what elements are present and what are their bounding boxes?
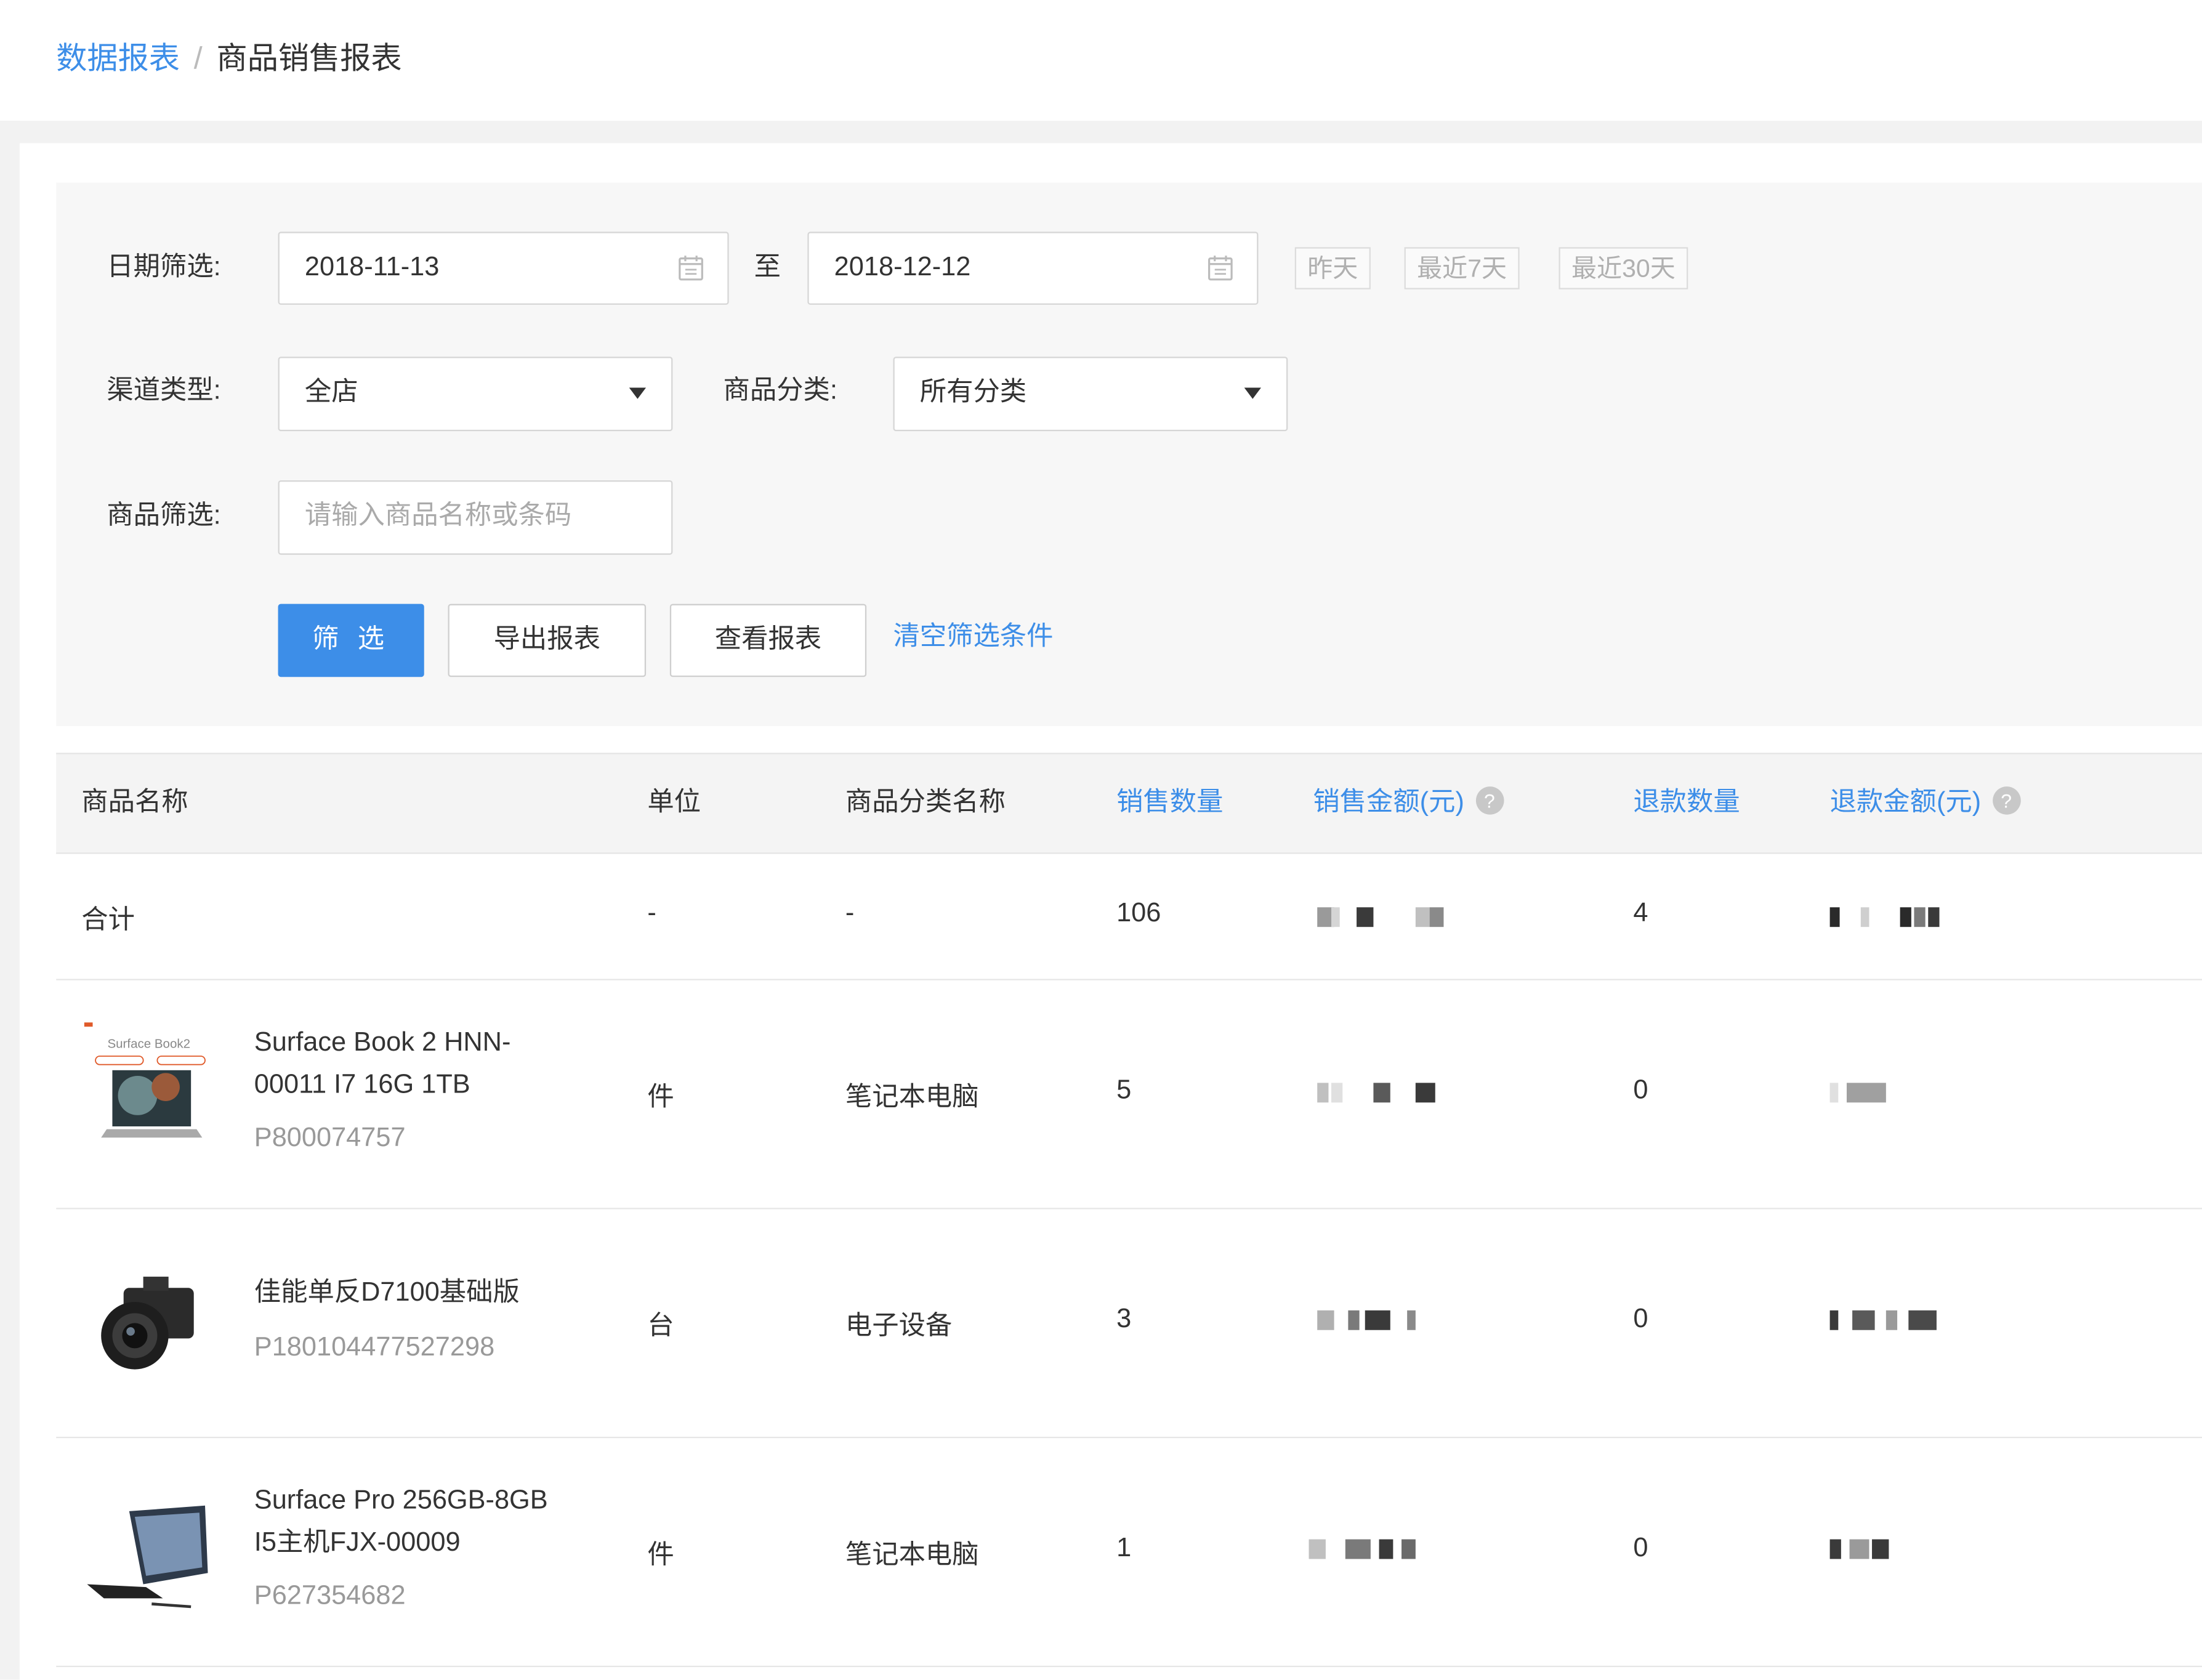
table-row[interactable]: Surface Pro 256GB-8GB I5主机FJX-00009 P627… xyxy=(56,1438,2202,1668)
total-sales-qty: 106 xyxy=(1116,899,1161,929)
svg-text:Surface Book2: Surface Book2 xyxy=(107,1036,190,1051)
product-filter-label: 商品筛选: xyxy=(107,501,221,531)
camera-icon xyxy=(81,1257,217,1392)
quick-range-30days[interactable]: 最近30天 xyxy=(1559,247,1688,289)
product-refund-qty: 0 xyxy=(1633,1304,1648,1335)
product-refund-qty: 0 xyxy=(1633,1533,1648,1564)
breadcrumb-parent-link[interactable]: 数据报表 xyxy=(56,41,180,76)
tablet-icon xyxy=(81,1485,217,1621)
product-name[interactable]: 佳能单反D7100基础版 xyxy=(254,1272,520,1314)
product-category: 笔记本电脑 xyxy=(845,1083,979,1113)
product-code: P800074757 xyxy=(254,1123,406,1153)
product-name[interactable]: Surface Book 2 HNN- 00011 I7 16G 1TB xyxy=(254,1022,511,1107)
channel-type-label: 渠道类型: xyxy=(107,376,221,406)
export-report-button[interactable]: 导出报表 xyxy=(448,604,647,677)
date-range-separator: 至 xyxy=(754,252,781,283)
clear-filters-link[interactable]: 清空筛选条件 xyxy=(893,618,1053,657)
redacted-refund-amount xyxy=(1829,1083,1893,1103)
top-bar: 数据报表 / 商品销售报表 xyxy=(0,0,2202,121)
help-icon[interactable]: ? xyxy=(1475,786,1504,815)
divider xyxy=(0,121,2202,143)
product-unit: 件 xyxy=(647,1540,674,1570)
calendar-icon[interactable] xyxy=(1206,254,1235,283)
column-header-category: 商品分类名称 xyxy=(845,788,1006,818)
total-refund-qty: 4 xyxy=(1633,899,1648,929)
column-header-unit: 单位 xyxy=(647,788,701,818)
date-end-input[interactable]: 2018-12-12 xyxy=(807,232,1259,305)
laptop-icon: Surface Book2 xyxy=(81,1017,217,1152)
channel-type-select[interactable]: 全店 xyxy=(278,357,673,432)
date-filter-label: 日期筛选: xyxy=(107,252,221,283)
column-header-sales-amount[interactable]: 销售金额(元)? xyxy=(1313,754,1504,853)
quick-range-7days[interactable]: 最近7天 xyxy=(1404,247,1520,289)
redacted-sales-amount xyxy=(1317,1083,1443,1103)
category-label: 商品分类: xyxy=(723,376,837,406)
redacted-refund-amount xyxy=(1829,907,1942,927)
calendar-icon[interactable] xyxy=(677,254,705,283)
table-row-total: 合计 - - 106 4 xyxy=(56,854,2202,980)
product-sales-qty: 1 xyxy=(1116,1533,1132,1564)
category-select[interactable]: 所有分类 xyxy=(893,357,1288,432)
redacted-refund-amount xyxy=(1829,1310,1942,1330)
help-icon[interactable]: ? xyxy=(1992,786,2020,815)
table-row[interactable]: 佳能单反D7100基础版 P180104477527298 台 电子设备 3 0 xyxy=(56,1209,2202,1439)
table-header: 商品名称 单位 商品分类名称 销售数量 销售金额(元)? 退款数量 退款金额(元… xyxy=(56,753,2202,854)
redacted-sales-amount xyxy=(1317,1310,1418,1330)
total-unit: - xyxy=(647,899,656,929)
column-header-name: 商品名称 xyxy=(81,788,188,818)
redacted-refund-amount xyxy=(1829,1539,1893,1559)
left-gutter xyxy=(0,121,20,1680)
product-category: 笔记本电脑 xyxy=(845,1540,979,1570)
column-header-refund-qty[interactable]: 退款数量 xyxy=(1633,754,1740,853)
column-header-sales-qty[interactable]: 销售数量 xyxy=(1116,754,1223,853)
quick-range-yesterday[interactable]: 昨天 xyxy=(1294,247,1371,289)
product-refund-qty: 0 xyxy=(1633,1075,1648,1105)
product-name[interactable]: Surface Pro 256GB-8GB I5主机FJX-00009 xyxy=(254,1480,548,1565)
view-report-button[interactable]: 查看报表 xyxy=(669,604,867,677)
breadcrumb-separator: / xyxy=(193,41,203,76)
product-sales-qty: 3 xyxy=(1116,1304,1132,1335)
total-label: 合计 xyxy=(81,905,135,935)
filter-button[interactable]: 筛 选 xyxy=(278,604,424,677)
chevron-down-icon xyxy=(629,387,647,399)
product-unit: 件 xyxy=(647,1083,674,1113)
product-unit: 台 xyxy=(647,1312,674,1341)
column-header-refund-amount[interactable]: 退款金额(元)? xyxy=(1830,754,2020,853)
product-code: P627354682 xyxy=(254,1581,406,1611)
product-category: 电子设备 xyxy=(845,1312,953,1341)
date-start-input[interactable]: 2018-11-13 xyxy=(278,232,729,305)
product-sales-qty: 5 xyxy=(1116,1075,1132,1105)
product-code: P180104477527298 xyxy=(254,1333,495,1363)
total-category: - xyxy=(845,899,855,929)
table-row[interactable]: Surface Book2 Surface Book 2 HNN- 00011 … xyxy=(56,980,2202,1210)
redacted-sales-amount xyxy=(1317,907,1446,927)
page-title: 商品销售报表 xyxy=(216,41,402,76)
redacted-sales-amount xyxy=(1309,1539,1421,1559)
breadcrumb: 数据报表 / 商品销售报表 xyxy=(56,38,401,80)
chevron-down-icon xyxy=(1244,387,1261,399)
product-search-input[interactable]: 请输入商品名称或条码 xyxy=(278,480,673,555)
